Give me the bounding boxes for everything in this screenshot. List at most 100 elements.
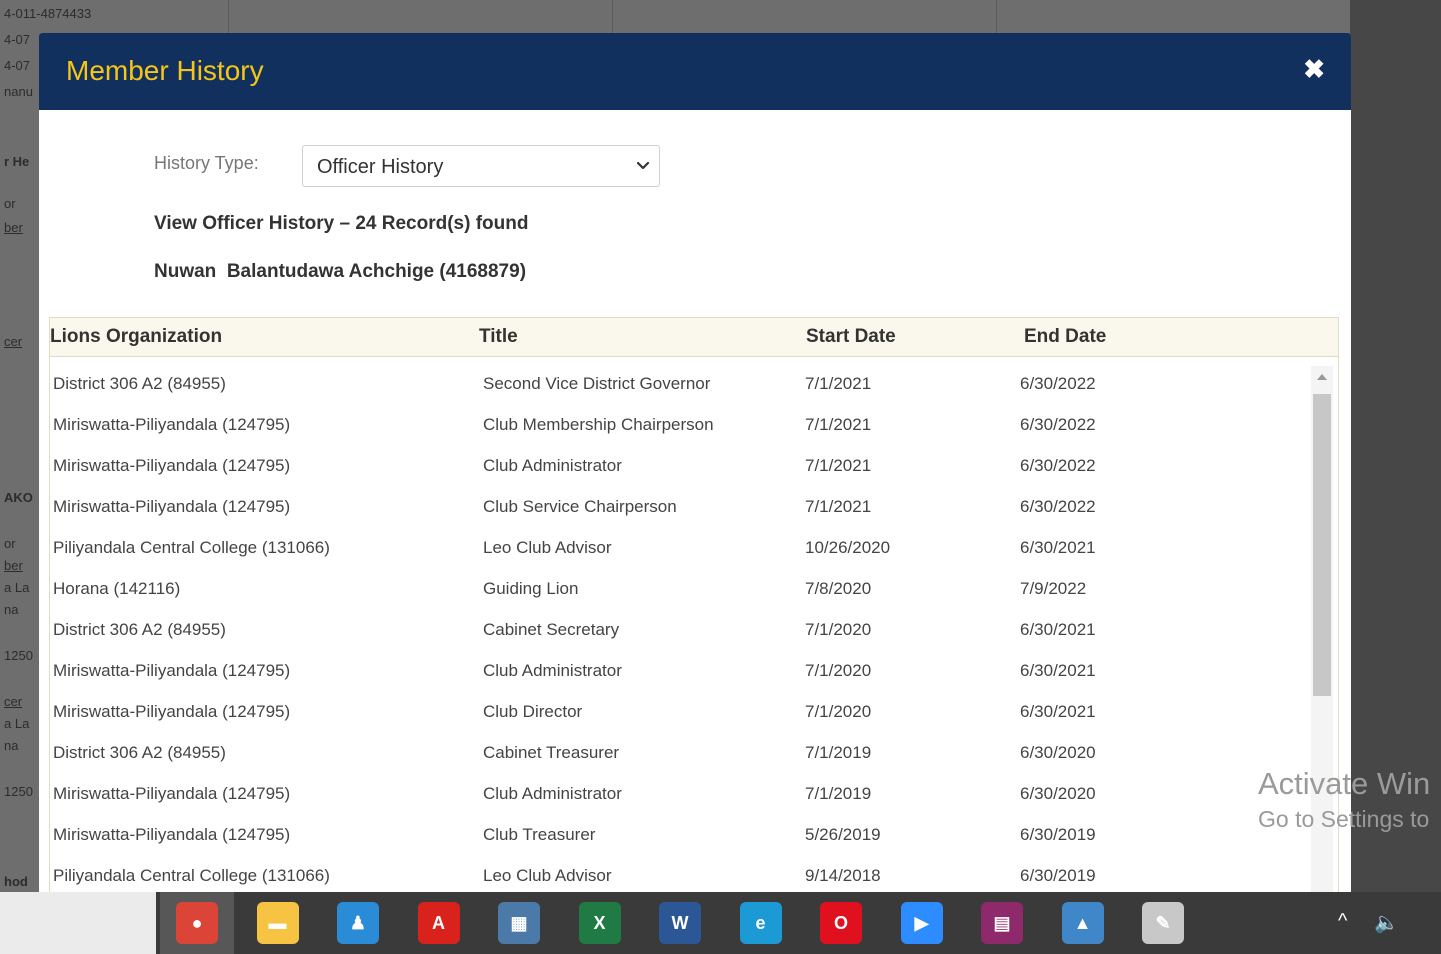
bg-text: a La: [4, 580, 30, 595]
bg-text: hod: [4, 874, 28, 889]
cell-organization: Horana (142116): [53, 579, 181, 598]
table-row[interactable]: Miriswatta-Piliyandala (124795) Club Admi…: [50, 448, 1312, 489]
table-row[interactable]: District 306 A2 (84955) Second Vice Distr…: [50, 366, 1312, 407]
column-header-organization[interactable]: Lions Organization: [50, 326, 222, 348]
table-row[interactable]: Piliyandala Central College (131066) Leo …: [50, 858, 1312, 892]
bg-link[interactable]: cer: [4, 334, 22, 349]
background-right-panel: [1350, 0, 1441, 892]
calculator-icon[interactable]: ▦: [498, 902, 540, 944]
cell-start-date: 9/14/2018: [805, 866, 881, 885]
cell-end-date: 6/30/2020: [1020, 743, 1096, 762]
cell-organization: Miriswatta-Piliyandala (124795): [53, 497, 291, 516]
cell-organization: Miriswatta-Piliyandala (124795): [53, 661, 291, 680]
file-explorer-icon[interactable]: ▬: [256, 902, 299, 944]
bg-text: nanu: [4, 84, 33, 99]
taskbar: ● ▬ ♟ A ▦ X We O ▶ ▤ ▲ ✎ ^ 🔈: [0, 892, 1441, 954]
table-row[interactable]: Horana (142116) Guiding Lion 7/8/2020 7/9/2…: [50, 571, 1312, 612]
cell-organization: Piliyandala Central College (131066): [53, 866, 330, 885]
cell-end-date: 6/30/2021: [1020, 661, 1096, 680]
table-row[interactable]: Miriswatta-Piliyandala (124795) Club Admi…: [50, 776, 1312, 817]
cell-title: Club Administrator: [483, 784, 622, 803]
column-header-title[interactable]: Title: [479, 326, 518, 348]
cell-start-date: 7/1/2019: [805, 784, 872, 803]
column-header-start-date[interactable]: Start Date: [806, 326, 896, 348]
bg-text: 4-07: [4, 58, 31, 73]
cell-start-date: 7/1/2021: [805, 415, 872, 434]
table-header: Lions Organization Title Start Date End …: [50, 318, 1338, 357]
chevron-down-icon: [636, 161, 650, 170]
taskbar-search-area[interactable]: [0, 892, 156, 954]
table-row[interactable]: Miriswatta-Piliyandala (124795) Club Dire…: [50, 694, 1312, 735]
pdf-reader-icon[interactable]: A: [417, 902, 460, 944]
column-header-end-date[interactable]: End Date: [1024, 326, 1106, 348]
cell-organization: Miriswatta-Piliyandala (124795): [53, 784, 291, 803]
table-row[interactable]: Miriswatta-Piliyandala (124795) Club Trea…: [50, 817, 1312, 858]
bg-text: AKO: [4, 490, 33, 505]
volume-icon[interactable]: 🔈: [1374, 910, 1399, 935]
cell-end-date: 6/30/2022: [1020, 374, 1096, 393]
member-history-modal: Member History ✖ History Type: Officer H…: [39, 33, 1351, 892]
history-type-select[interactable]: Officer History: [302, 145, 660, 187]
paint-icon[interactable]: ✎: [1142, 902, 1184, 944]
bg-text: r He: [4, 154, 30, 169]
scrollbar-thumb[interactable]: [1313, 394, 1331, 696]
word-icon[interactable]: W: [659, 902, 701, 944]
cell-end-date: 6/30/2020: [1020, 784, 1096, 803]
cell-end-date: 6/30/2022: [1020, 415, 1096, 434]
bg-text: 1250: [4, 784, 33, 799]
windows-activation-watermark: Activate Win: [1258, 766, 1431, 801]
table-row[interactable]: Piliyandala Central College (131066) Leo …: [50, 530, 1312, 571]
archive-icon[interactable]: ▤: [981, 902, 1023, 944]
cell-title: Club Treasurer: [483, 825, 596, 844]
cell-end-date: 6/30/2019: [1020, 866, 1096, 885]
scroll-up-arrow-icon[interactable]: [1317, 374, 1327, 380]
table-row[interactable]: Miriswatta-Piliyandala (124795) Club Admi…: [50, 653, 1312, 694]
cell-organization: Miriswatta-Piliyandala (124795): [53, 702, 291, 721]
cell-title: Second Vice District Governor: [483, 374, 711, 393]
table-row[interactable]: Miriswatta-Piliyandala (124795) Club Memb…: [50, 407, 1312, 448]
cell-title: Club Administrator: [483, 456, 622, 475]
cell-start-date: 7/1/2020: [805, 620, 872, 639]
cell-organization: Miriswatta-Piliyandala (124795): [53, 825, 291, 844]
show-hidden-icons-chevron-icon[interactable]: ^: [1338, 910, 1347, 933]
opera-icon[interactable]: O: [820, 902, 862, 944]
record-count-summary: View Officer History – 24 Record(s) foun…: [154, 213, 529, 234]
cell-start-date: 7/1/2021: [805, 456, 872, 475]
people-icon[interactable]: ♟: [337, 902, 379, 944]
bg-link[interactable]: cer: [4, 694, 22, 709]
cell-start-date: 7/1/2020: [805, 702, 872, 721]
cell-end-date: 6/30/2021: [1020, 620, 1096, 639]
bg-text: na: [4, 738, 19, 753]
zoom-icon[interactable]: ▶: [900, 902, 943, 944]
edge-icon[interactable]: e: [739, 902, 782, 944]
cell-title: Cabinet Secretary: [483, 620, 620, 639]
cell-organization: Miriswatta-Piliyandala (124795): [53, 415, 291, 434]
cell-title: Cabinet Treasurer: [483, 743, 620, 762]
windows-activation-watermark-sub: Go to Settings to: [1258, 806, 1430, 832]
photos-icon[interactable]: ▲: [1061, 902, 1104, 944]
table-body: District 306 A2 (84955) Second Vice Distr…: [50, 366, 1312, 892]
cell-end-date: 6/30/2022: [1020, 456, 1096, 475]
cell-title: Leo Club Advisor: [483, 866, 612, 885]
chrome-icon[interactable]: ●: [176, 902, 218, 944]
bg-link[interactable]: ber: [4, 558, 23, 573]
cell-start-date: 7/1/2020: [805, 661, 872, 680]
close-icon[interactable]: ✖: [1303, 55, 1325, 83]
cell-title: Leo Club Advisor: [483, 538, 612, 557]
bg-link[interactable]: ber: [4, 220, 23, 235]
table-row[interactable]: District 306 A2 (84955) Cabinet Treasurer…: [50, 735, 1312, 776]
bg-text: or: [4, 196, 16, 211]
cell-organization: District 306 A2 (84955): [53, 374, 226, 393]
cell-end-date: 6/30/2021: [1020, 702, 1096, 721]
table-row[interactable]: District 306 A2 (84955) Cabinet Secretary…: [50, 612, 1312, 653]
table-row[interactable]: Miriswatta-Piliyandala (124795) Club Serv…: [50, 489, 1312, 530]
cell-end-date: 6/30/2022: [1020, 497, 1096, 516]
cell-organization: Piliyandala Central College (131066): [53, 538, 330, 557]
cell-end-date: 6/30/2021: [1020, 538, 1096, 557]
cell-end-date: 7/9/2022: [1020, 579, 1087, 598]
cell-start-date: 7/8/2020: [805, 579, 872, 598]
modal-title: Member History: [66, 55, 264, 86]
excel-icon[interactable]: X: [578, 902, 621, 944]
modal-header: Member History ✖: [39, 33, 1351, 110]
cell-title: Guiding Lion: [483, 579, 579, 598]
